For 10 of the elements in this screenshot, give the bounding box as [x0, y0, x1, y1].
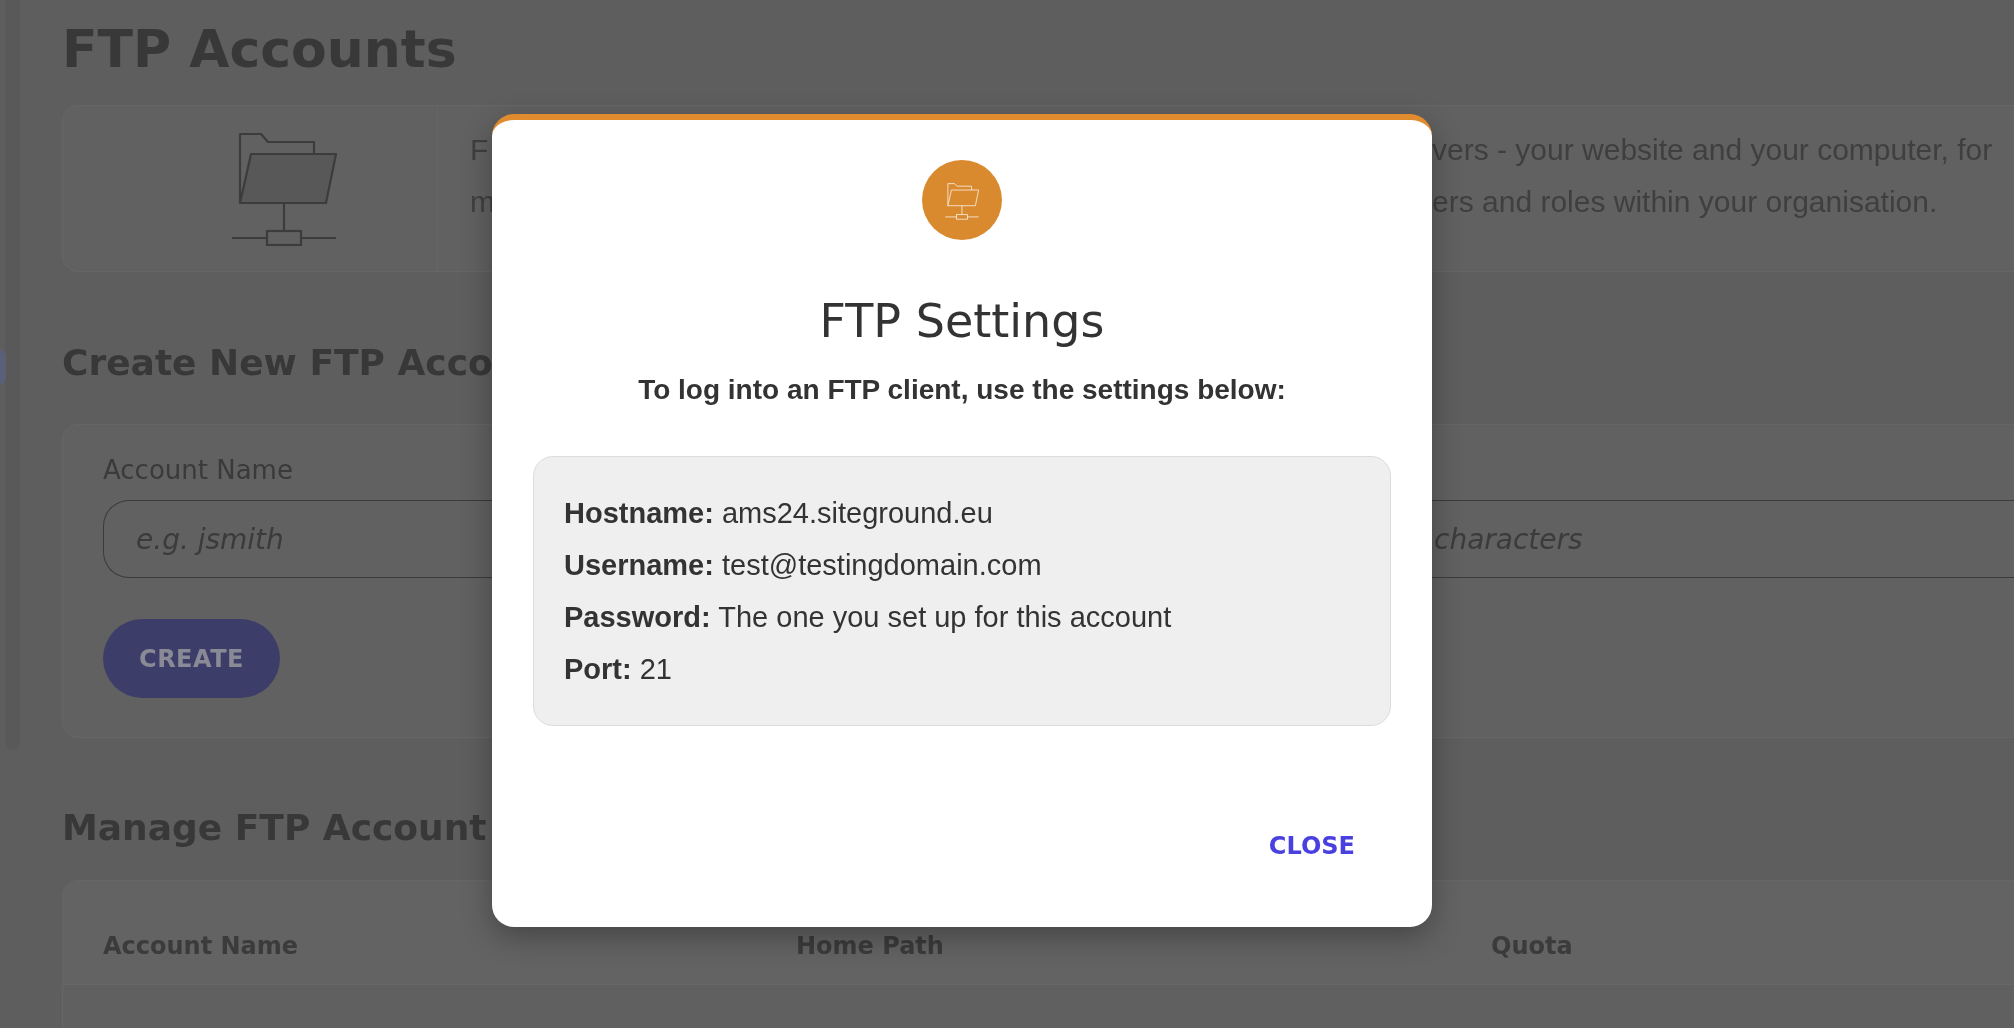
dialog-subtitle: To log into an FTP client, use the settings below: [638, 373, 1286, 407]
dialog-title: FTP Settings [819, 293, 1105, 349]
setting-line: Password: The one you set up for this account [564, 600, 1172, 635]
setting-line: Hostname: ams24.siteground.eu [564, 496, 993, 531]
setting-line: Username: test@testingdomain.com [564, 548, 1042, 583]
folder-network-icon [231, 131, 337, 246]
folder-network-icon [922, 160, 1002, 240]
close-button[interactable]: CLOSE [1256, 825, 1367, 867]
setting-line: Port: 21 [564, 652, 672, 687]
handle-icon[interactable] [0, 350, 6, 384]
